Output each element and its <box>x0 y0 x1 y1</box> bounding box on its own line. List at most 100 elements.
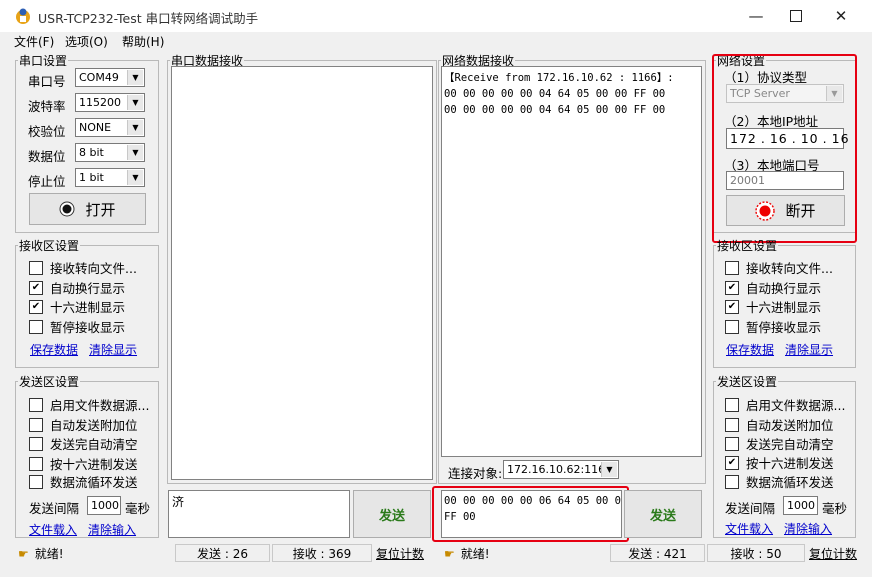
checkbox[interactable] <box>29 319 43 334</box>
menu-file[interactable]: 文件(F) <box>14 33 54 50</box>
left-recv-option-pause[interactable]: 暂停接收显示 <box>29 317 125 336</box>
left-status-ready: ☛ 就绪! <box>18 545 64 562</box>
stop-bits-value: 1 bit <box>79 171 104 184</box>
left-ready-text: 就绪! <box>34 547 64 561</box>
checkbox[interactable] <box>29 456 43 471</box>
left-load-file-link[interactable]: 文件载入 <box>29 521 77 538</box>
checkbox-checked[interactable]: ✔ <box>29 280 43 295</box>
left-clear-display-link[interactable]: 清除显示 <box>89 341 137 358</box>
open-port-label: 打开 <box>85 200 116 219</box>
maximize-icon <box>790 10 802 22</box>
right-send-settings-title: 发送区设置 <box>717 375 778 389</box>
baud-rate-label: 波特率 <box>28 99 66 114</box>
left-save-data-link[interactable]: 保存数据 <box>30 341 78 358</box>
parity-select[interactable]: NONE ▼ <box>75 118 145 137</box>
right-reset-count[interactable]: 复位计数 <box>809 545 857 562</box>
checkbox[interactable] <box>29 397 43 412</box>
com-port-label: 串口号 <box>28 74 66 89</box>
right-recv-option-hex[interactable]: ✔ 十六进制显示 <box>725 297 821 316</box>
close-button[interactable]: ✕ <box>818 0 864 32</box>
option-label: 自动发送附加位 <box>50 418 138 433</box>
net-receive-area[interactable]: 【Receive from 172.16.10.62 : 1166】: 00 0… <box>441 66 702 457</box>
right-recv-option-pause[interactable]: 暂停接收显示 <box>725 317 821 336</box>
data-bits-select[interactable]: 8 bit ▼ <box>75 143 145 162</box>
left-receive-settings-title: 接收区设置 <box>19 239 80 253</box>
option-label: 自动换行显示 <box>746 281 822 296</box>
option-label: 按十六进制发送 <box>746 456 834 471</box>
checkbox[interactable] <box>725 319 739 334</box>
right-send-option-append[interactable]: 自动发送附加位 <box>725 415 834 434</box>
connection-target-label: 连接对象: <box>448 466 503 481</box>
option-label: 数据流循环发送 <box>50 475 138 490</box>
checkbox[interactable] <box>29 417 43 432</box>
left-send-option-autoclear[interactable]: 发送完自动清空 <box>29 434 138 453</box>
serial-send-button[interactable]: 发送 <box>353 490 431 538</box>
left-recv-option-to-file[interactable]: 接收转向文件... <box>29 258 137 277</box>
net-send-button[interactable]: 发送 <box>624 490 702 538</box>
left-send-option-loop[interactable]: 数据流循环发送 <box>29 472 138 491</box>
title-bar: USR-TCP232-Test 串口转网络调试助手 — ✕ <box>0 0 872 32</box>
minimize-icon: — <box>748 7 764 25</box>
serial-send-input[interactable]: 济 <box>168 490 350 538</box>
right-send-option-autoclear[interactable]: 发送完自动清空 <box>725 434 834 453</box>
chevron-down-icon: ▼ <box>127 120 143 135</box>
right-send-option-hex[interactable]: ✔ 按十六进制发送 <box>725 453 834 472</box>
serial-receive-area[interactable] <box>171 66 433 480</box>
right-send-option-loop[interactable]: 数据流循环发送 <box>725 472 834 491</box>
stop-bits-select[interactable]: 1 bit ▼ <box>75 168 145 187</box>
left-interval-label: 发送间隔 <box>29 501 80 516</box>
menu-help[interactable]: 帮助(H) <box>122 33 164 50</box>
left-send-option-append[interactable]: 自动发送附加位 <box>29 415 138 434</box>
checkbox-checked[interactable]: ✔ <box>29 299 43 314</box>
option-label: 自动换行显示 <box>50 281 126 296</box>
right-interval-input[interactable]: 1000 <box>783 496 818 515</box>
chevron-down-icon: ▼ <box>601 462 617 477</box>
net-send-highlight-box <box>432 486 629 542</box>
left-clear-input-link[interactable]: 清除输入 <box>88 521 136 538</box>
net-receive-line: 00 00 00 00 00 04 64 05 00 00 FF 00 <box>444 88 666 100</box>
left-recv-option-autowrap[interactable]: ✔ 自动换行显示 <box>29 278 125 297</box>
net-send-label: 发送 <box>649 508 676 524</box>
right-ready-text: 就绪! <box>460 547 490 561</box>
parity-label: 校验位 <box>28 124 66 139</box>
right-send-option-file-source[interactable]: 启用文件数据源... <box>725 395 845 414</box>
checkbox-checked[interactable]: ✔ <box>725 299 739 314</box>
menu-options[interactable]: 选项(O) <box>65 33 108 50</box>
left-send-option-file-source[interactable]: 启用文件数据源... <box>29 395 149 414</box>
left-send-option-hex[interactable]: 按十六进制发送 <box>29 454 138 473</box>
checkbox[interactable] <box>725 436 739 451</box>
right-recv-option-autowrap[interactable]: ✔ 自动换行显示 <box>725 278 821 297</box>
checkbox-checked[interactable]: ✔ <box>725 280 739 295</box>
com-port-select[interactable]: COM49 ▼ <box>75 68 145 87</box>
open-port-button[interactable]: 打开 <box>29 193 146 225</box>
left-reset-count[interactable]: 复位计数 <box>376 545 424 562</box>
left-recv-option-hex[interactable]: ✔ 十六进制显示 <box>29 297 125 316</box>
connection-target-select[interactable]: 172.16.10.62:1166 ▼ <box>503 460 619 479</box>
checkbox[interactable] <box>725 474 739 489</box>
checkbox-checked[interactable]: ✔ <box>725 455 739 470</box>
chevron-down-icon: ▼ <box>127 95 143 110</box>
checkbox[interactable] <box>725 397 739 412</box>
right-clear-input-link[interactable]: 清除输入 <box>784 520 832 537</box>
checkbox[interactable] <box>725 260 739 275</box>
option-label: 十六进制显示 <box>50 300 126 315</box>
option-label: 接收转向文件... <box>50 261 137 276</box>
maximize-button[interactable] <box>773 0 819 32</box>
net-settings-highlight-box <box>712 54 857 243</box>
data-bits-value: 8 bit <box>79 146 104 159</box>
right-recv-option-to-file[interactable]: 接收转向文件... <box>725 258 833 277</box>
right-clear-display-link[interactable]: 清除显示 <box>785 341 833 358</box>
checkbox[interactable] <box>29 260 43 275</box>
right-save-data-link[interactable]: 保存数据 <box>726 341 774 358</box>
baud-rate-select[interactable]: 115200 ▼ <box>75 93 145 112</box>
left-interval-input[interactable]: 1000 <box>87 496 121 515</box>
checkbox[interactable] <box>29 436 43 451</box>
checkbox[interactable] <box>725 417 739 432</box>
right-load-file-link[interactable]: 文件载入 <box>725 520 773 537</box>
right-status-ready: ☛ 就绪! <box>444 545 490 562</box>
checkbox[interactable] <box>29 474 43 489</box>
option-label: 按十六进制发送 <box>50 457 138 472</box>
menu-bar: 文件(F) 选项(O) 帮助(H) <box>0 32 872 50</box>
chevron-down-icon: ▼ <box>127 145 143 160</box>
com-port-value: COM49 <box>79 71 119 84</box>
